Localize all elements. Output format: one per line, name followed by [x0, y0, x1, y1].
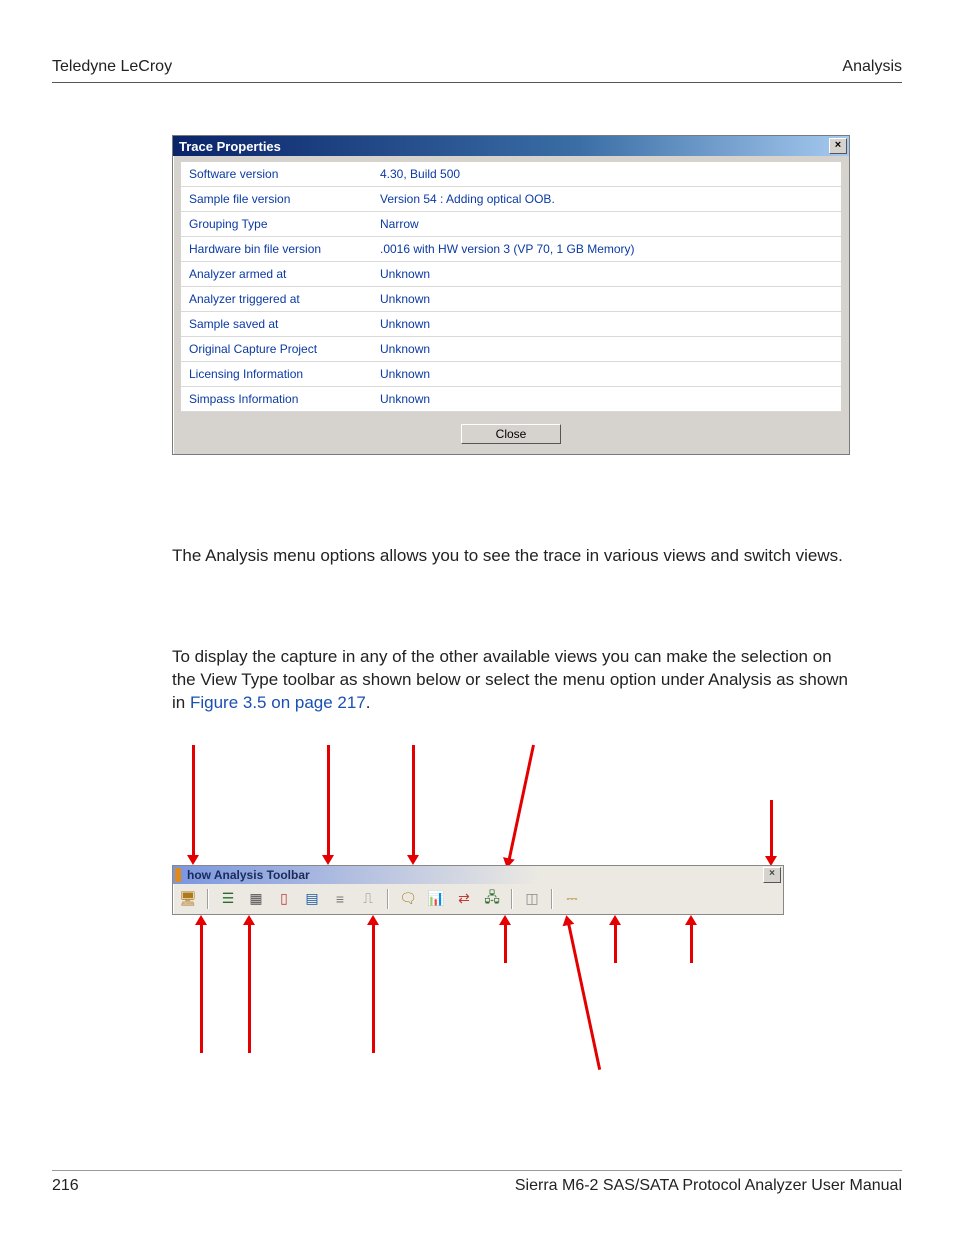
toolbar-titlebar: how Analysis Toolbar ×	[173, 866, 783, 884]
annotation-arrow	[567, 922, 601, 1069]
property-key: Original Capture Project	[181, 337, 372, 362]
property-key: Sample saved at	[181, 312, 372, 337]
dialog-title: Trace Properties	[179, 139, 281, 154]
annotation-arrow	[200, 923, 203, 1053]
annotation-arrow	[192, 745, 195, 857]
manual-title: Sierra M6-2 SAS/SATA Protocol Analyzer U…	[515, 1177, 902, 1195]
rows-icon[interactable]: ≡	[329, 889, 351, 909]
analysis-toolbar: how Analysis Toolbar × 🖥 ☰ ▦ ▯ ▤ ≡ ⎍ 🗨 📊 ⇄ 🖧 ◫ ⎓	[172, 865, 784, 915]
dialog-body: Software version4.30, Build 500Sample fi…	[173, 156, 849, 454]
table-row: Grouping TypeNarrow	[181, 212, 841, 237]
property-key: Grouping Type	[181, 212, 372, 237]
toolbar-separator	[207, 889, 209, 909]
property-key: Licensing Information	[181, 362, 372, 387]
annotation-arrow	[770, 800, 773, 858]
property-key: Software version	[181, 162, 372, 187]
body-text: The Analysis menu options allows you to …	[172, 545, 852, 715]
annotation-arrow	[690, 923, 693, 963]
paragraph-2: To display the capture in any of the oth…	[172, 646, 852, 715]
property-key: Sample file version	[181, 187, 372, 212]
toolbar-figure: how Analysis Toolbar × 🖥 ☰ ▦ ▯ ▤ ≡ ⎍ 🗨 📊 ⇄ 🖧 ◫ ⎓	[172, 745, 802, 1085]
property-value: Unknown	[372, 362, 841, 387]
table-row: Software version4.30, Build 500	[181, 162, 841, 187]
annotation-arrow	[248, 923, 251, 1053]
property-value: .0016 with HW version 3 (VP 70, 1 GB Mem…	[372, 237, 841, 262]
table-row: Hardware bin file version.0016 with HW v…	[181, 237, 841, 262]
panel-icon[interactable]: ▯	[273, 889, 295, 909]
header-left: Teledyne LeCroy	[52, 58, 172, 76]
property-value: Unknown	[372, 287, 841, 312]
property-value: Unknown	[372, 337, 841, 362]
page-number: 216	[52, 1177, 79, 1195]
header-right: Analysis	[842, 58, 902, 76]
flow-icon[interactable]: ⇄	[453, 889, 475, 909]
page-header: Teledyne LeCroy Analysis	[52, 58, 902, 83]
annotation-arrow	[507, 744, 534, 860]
figure-link[interactable]: Figure 3.5 on page 217	[190, 693, 366, 712]
annotation-arrow	[504, 923, 507, 963]
annotation-arrow	[372, 923, 375, 1053]
toolbar-grip	[175, 868, 181, 882]
annotation-arrow	[412, 745, 415, 857]
doc-icon[interactable]: ▤	[301, 889, 323, 909]
bus-icon[interactable]: ⎓	[561, 889, 583, 909]
property-value: Unknown	[372, 387, 841, 412]
property-value: Unknown	[372, 262, 841, 287]
close-icon[interactable]: ×	[763, 867, 781, 883]
properties-table: Software version4.30, Build 500Sample fi…	[181, 162, 841, 412]
table-row: Analyzer armed atUnknown	[181, 262, 841, 287]
paragraph-2b: .	[366, 693, 371, 712]
toolbar-title-text: how Analysis Toolbar	[177, 868, 763, 882]
page-footer: 216 Sierra M6-2 SAS/SATA Protocol Analyz…	[52, 1170, 902, 1195]
table-row: Analyzer triggered atUnknown	[181, 287, 841, 312]
grid-icon[interactable]: ▦	[245, 889, 267, 909]
property-value: Unknown	[372, 312, 841, 337]
toolbar-separator	[511, 889, 513, 909]
table-row: Sample file versionVersion 54 : Adding o…	[181, 187, 841, 212]
property-key: Simpass Information	[181, 387, 372, 412]
property-value: Version 54 : Adding optical OOB.	[372, 187, 841, 212]
property-key: Analyzer triggered at	[181, 287, 372, 312]
table-row: Sample saved atUnknown	[181, 312, 841, 337]
property-value: 4.30, Build 500	[372, 162, 841, 187]
table-row: Licensing InformationUnknown	[181, 362, 841, 387]
wave-icon[interactable]: ⎍	[357, 889, 379, 909]
compare-icon[interactable]: ◫	[521, 889, 543, 909]
close-icon[interactable]: ×	[829, 138, 847, 154]
toolbar-separator	[551, 889, 553, 909]
table-row: Original Capture ProjectUnknown	[181, 337, 841, 362]
trace-properties-dialog: Trace Properties × Software version4.30,…	[172, 135, 850, 455]
chart-icon[interactable]: 📊	[425, 889, 447, 909]
annotation-arrow	[327, 745, 330, 857]
table-row: Simpass InformationUnknown	[181, 387, 841, 412]
paragraph-1: The Analysis menu options allows you to …	[172, 545, 852, 568]
list-icon[interactable]: ☰	[217, 889, 239, 909]
property-key: Hardware bin file version	[181, 237, 372, 262]
property-value: Narrow	[372, 212, 841, 237]
property-key: Analyzer armed at	[181, 262, 372, 287]
columns-icon[interactable]: 🖥	[177, 889, 199, 909]
annotation-arrow	[614, 923, 617, 963]
toolbar-separator	[387, 889, 389, 909]
chat-icon[interactable]: 🗨	[397, 889, 419, 909]
tree-icon[interactable]: 🖧	[481, 889, 503, 909]
close-button[interactable]: Close	[461, 424, 561, 444]
toolbar-icon-row: 🖥 ☰ ▦ ▯ ▤ ≡ ⎍ 🗨 📊 ⇄ 🖧 ◫ ⎓	[173, 884, 783, 914]
dialog-titlebar: Trace Properties ×	[173, 136, 849, 156]
